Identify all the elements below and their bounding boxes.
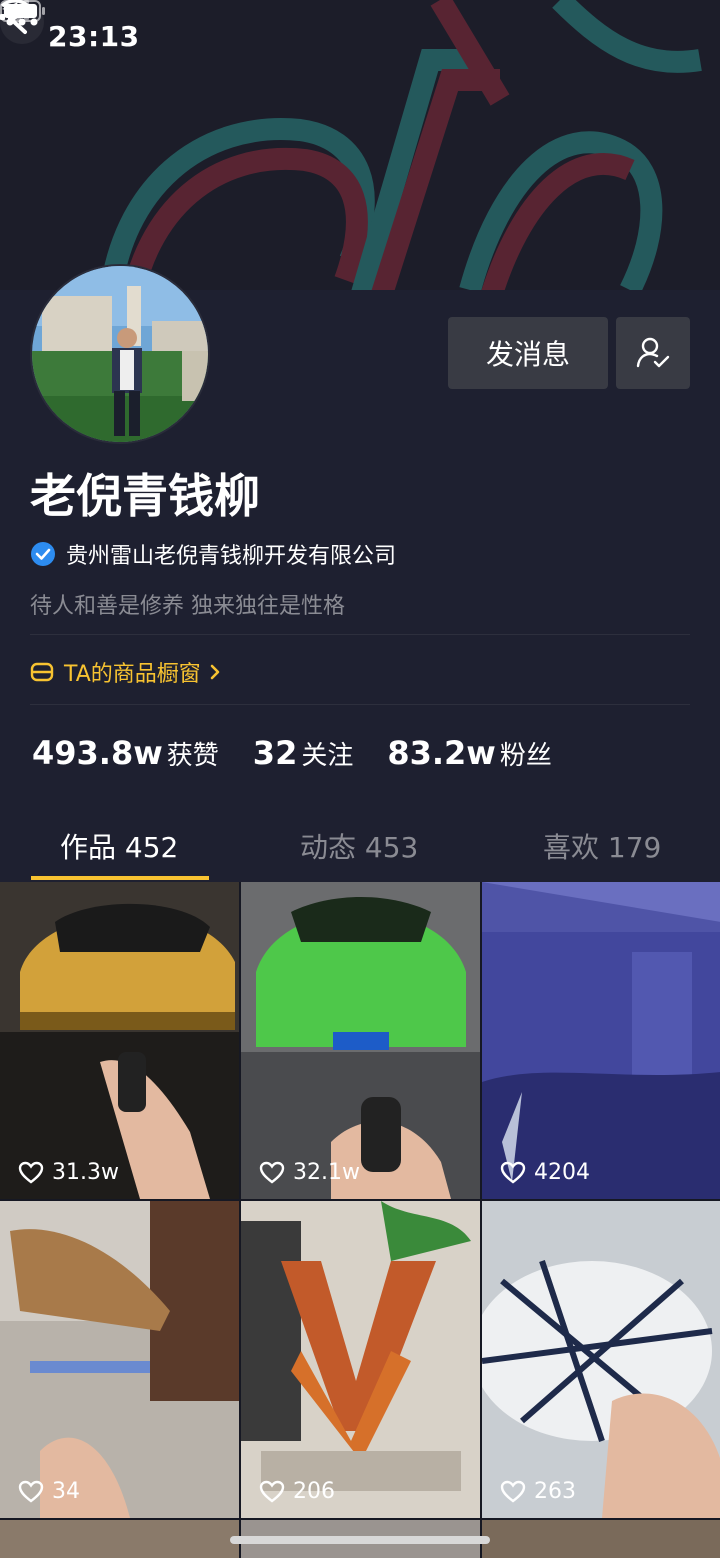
video-thumbnail[interactable]: 31.3w <box>0 882 239 1199</box>
video-thumbnail[interactable]: 34 <box>0 1201 239 1518</box>
thumbnail-image <box>0 882 239 1199</box>
likes-value: 4204 <box>534 1160 590 1185</box>
stat-value: 32 <box>252 734 298 772</box>
likes-count: 263 <box>500 1479 576 1504</box>
tab-updates[interactable]: 动态 453 <box>300 826 418 866</box>
likes-value: 31.3w <box>52 1160 119 1185</box>
user-check-icon <box>636 337 670 368</box>
video-thumbnail[interactable] <box>482 1520 720 1558</box>
likes-value: 263 <box>534 1479 576 1504</box>
video-thumbnail[interactable]: 263 <box>482 1201 720 1518</box>
shop-window-icon <box>30 662 54 682</box>
thumbnail-image <box>241 882 480 1199</box>
stat-followers[interactable]: 83.2w 粉丝 <box>387 734 552 772</box>
likes-count: 4204 <box>500 1160 590 1185</box>
verified-badge-icon <box>31 542 55 566</box>
likes-count: 34 <box>18 1479 80 1504</box>
more-options-icon[interactable] <box>0 0 44 44</box>
thumbnail-image <box>482 882 720 1199</box>
tab-works[interactable]: 作品 452 <box>60 826 178 866</box>
video-thumbnail[interactable] <box>0 1520 239 1558</box>
likes-count: 31.3w <box>18 1160 119 1185</box>
shop-window-label: TA的商品橱窗 <box>64 662 201 687</box>
home-indicator[interactable] <box>230 1536 490 1544</box>
stat-value: 493.8w <box>32 734 163 772</box>
profile-section: 发消息 老倪青钱柳 贵州雷山老倪青钱柳开发有限公司 待人和善是修养 独来独往是性… <box>0 264 720 810</box>
profile-bio: 待人和善是修养 独来独往是性格 <box>30 594 345 619</box>
likes-value: 34 <box>52 1479 80 1504</box>
status-bar: 23:13 <box>0 0 720 78</box>
divider <box>30 634 690 635</box>
thumbnail-image <box>482 1201 720 1518</box>
likes-value: 206 <box>293 1479 335 1504</box>
send-message-button[interactable]: 发消息 <box>448 317 608 389</box>
heart-icon <box>259 1161 285 1184</box>
stat-value: 83.2w <box>387 734 496 772</box>
tab-likes[interactable]: 喜欢 179 <box>543 826 661 866</box>
stat-label: 关注 <box>301 741 354 771</box>
likes-count: 206 <box>259 1479 335 1504</box>
verification-row: 贵州雷山老倪青钱柳开发有限公司 <box>30 538 396 570</box>
avatar[interactable] <box>30 264 210 444</box>
thumbnail-image <box>241 1201 480 1518</box>
likes-value: 32.1w <box>293 1160 360 1185</box>
video-thumbnail[interactable]: 206 <box>241 1201 480 1518</box>
tab-active-indicator <box>31 876 209 880</box>
stat-label: 获赞 <box>166 741 219 771</box>
stat-following[interactable]: 32 关注 <box>253 734 354 772</box>
heart-icon <box>259 1480 285 1503</box>
content-tabs: 作品 452 动态 453 喜欢 179 <box>0 810 720 882</box>
status-time: 23:13 <box>48 20 140 53</box>
divider <box>30 704 690 705</box>
video-thumbnail[interactable]: 4204 <box>482 882 720 1199</box>
chevron-right-icon <box>210 664 220 680</box>
stat-likes[interactable]: 493.8w 获赞 <box>32 734 219 772</box>
heart-icon <box>18 1480 44 1503</box>
likes-count: 32.1w <box>259 1160 360 1185</box>
heart-icon <box>500 1161 526 1184</box>
profile-stats: 493.8w 获赞 32 关注 83.2w 粉丝 <box>32 734 586 772</box>
heart-icon <box>18 1161 44 1184</box>
shop-window-link[interactable]: TA的商品橱窗 <box>30 656 221 688</box>
thumbnail-image <box>0 1201 239 1518</box>
stat-label: 粉丝 <box>499 741 552 771</box>
avatar-photo <box>32 266 208 442</box>
profile-nickname: 老倪青钱柳 <box>30 469 260 523</box>
follow-button[interactable] <box>616 317 690 389</box>
verification-text: 贵州雷山老倪青钱柳开发有限公司 <box>66 544 397 569</box>
video-thumbnail[interactable]: 32.1w <box>241 882 480 1199</box>
heart-icon <box>500 1480 526 1503</box>
profile-banner: 23:13 <box>0 0 720 290</box>
